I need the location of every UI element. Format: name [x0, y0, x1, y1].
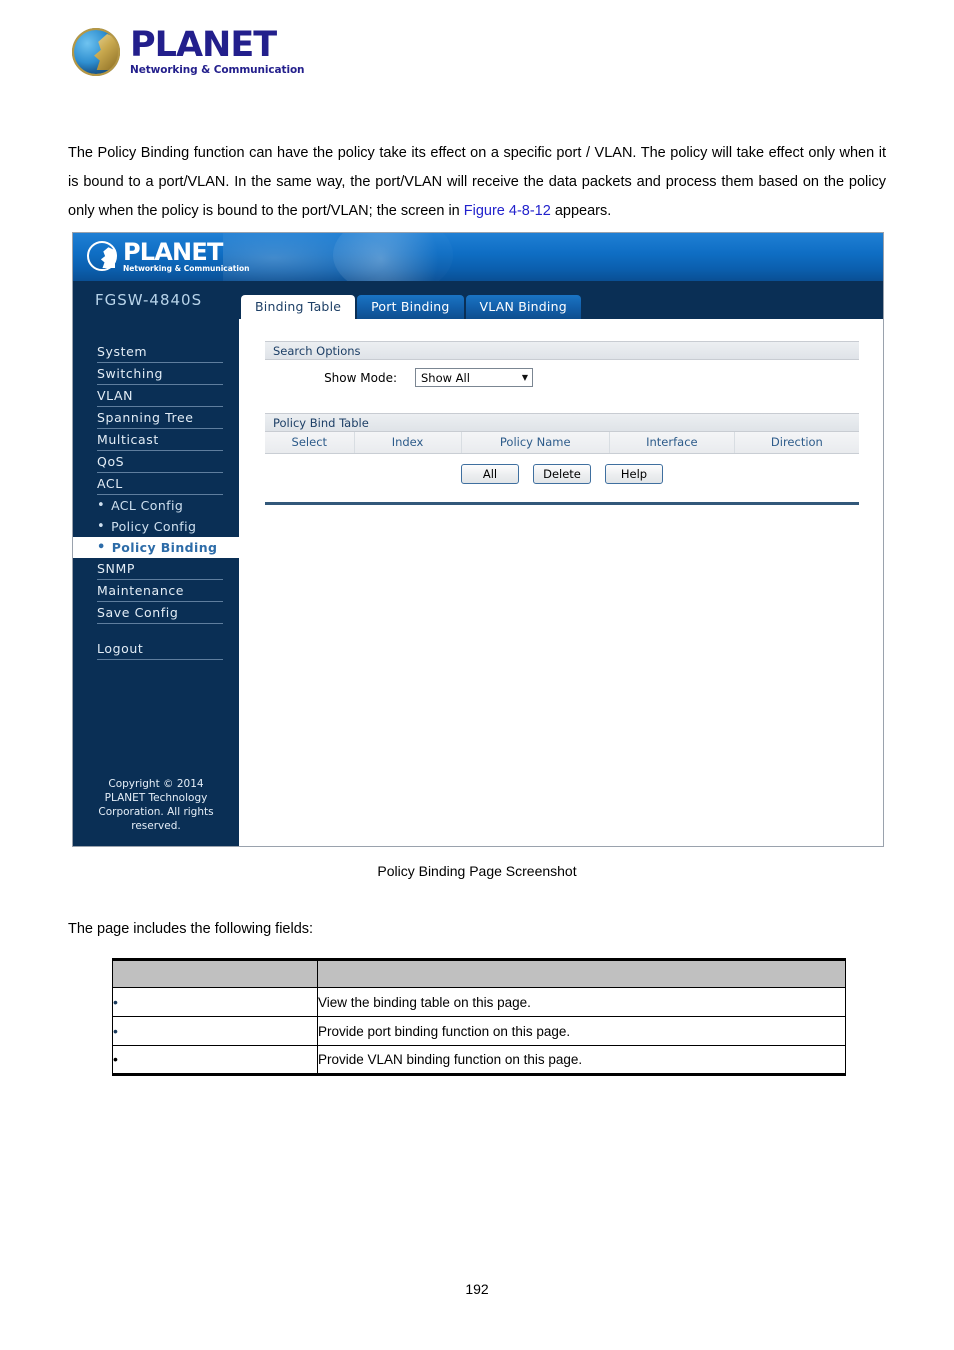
- sidebar-item-vlan[interactable]: VLAN: [97, 385, 223, 407]
- fields-lead-in: The page includes the following fields:: [68, 921, 314, 937]
- copyright-line-2: PLANET Technology: [104, 792, 208, 804]
- fields-object-cell: •: [112, 987, 318, 1017]
- all-button[interactable]: All: [461, 463, 519, 484]
- ui-brand-name: PLANET: [123, 238, 223, 266]
- policy-bind-table-header: Policy Bind Table: [265, 413, 859, 432]
- fields-description-cell: Provide port binding function on this pa…: [317, 1016, 846, 1046]
- bullet-icon: •: [113, 1051, 118, 1067]
- bullet-icon: •: [113, 1022, 118, 1039]
- fields-description-cell: View the binding table on this page.: [317, 987, 846, 1017]
- copyright-notice: Copyright © 2014 PLANET Technology Corpo…: [73, 777, 239, 833]
- header-globe-icon: [333, 233, 453, 281]
- bullet-icon: •: [97, 540, 106, 555]
- column-interface[interactable]: Interface: [609, 432, 735, 454]
- bullet-icon: •: [97, 519, 106, 534]
- ui-brand-tagline: Networking & Communication: [123, 264, 250, 273]
- chevron-down-icon: ▼: [521, 373, 528, 382]
- ui-header-banner: PLANET Networking & Communication: [73, 233, 883, 281]
- show-mode-label: Show Mode:: [324, 370, 397, 385]
- sidebar-item-qos[interactable]: QoS: [97, 451, 223, 473]
- figure-reference-link[interactable]: Figure 4-8-12: [464, 203, 551, 219]
- sidebar-item-label: ACL Config: [111, 498, 184, 513]
- tab-binding-table[interactable]: Binding Table: [241, 295, 356, 319]
- table-row: • Provide port binding function on this …: [112, 1016, 846, 1046]
- fields-header-row: [112, 959, 846, 988]
- ui-planet-logo: PLANET Networking & Communication: [87, 240, 249, 273]
- device-model-label: FGSW-4840S: [95, 291, 203, 309]
- fields-description-cell: Provide VLAN binding function on this pa…: [317, 1045, 846, 1075]
- sidebar-menu: System Switching VLAN Spanning Tree Mult…: [73, 341, 239, 660]
- figure-caption: Policy Binding Page Screenshot: [377, 863, 577, 879]
- ui-planet-globe-icon: [87, 241, 117, 272]
- fields-object-cell: •: [112, 1045, 318, 1075]
- document-page: PLANET Networking & Communication The Po…: [0, 0, 954, 1350]
- show-mode-row: Show Mode: Show All ▼: [265, 360, 859, 391]
- planet-logo: PLANET Networking & Communication: [72, 25, 305, 77]
- fields-header-description: [317, 959, 846, 988]
- tab-port-binding[interactable]: Port Binding: [357, 295, 464, 319]
- copyright-line-4: reserved.: [131, 820, 181, 832]
- table-header-row: Select Index Policy Name Interface Direc…: [265, 432, 859, 454]
- sidebar-item-policy-config[interactable]: • Policy Config: [97, 516, 223, 537]
- brand-tagline: Networking & Communication: [130, 64, 305, 77]
- copyright-line-1: Copyright © 2014: [108, 778, 204, 790]
- sidebar-item-switching[interactable]: Switching: [97, 363, 223, 385]
- sidebar-item-multicast[interactable]: Multicast: [97, 429, 223, 451]
- sidebar-item-system[interactable]: System: [97, 341, 223, 363]
- table-row: • Provide VLAN binding function on this …: [112, 1045, 846, 1075]
- fields-table: • View the binding table on this page. •…: [112, 958, 846, 1076]
- main-content: Binding Table Port Binding VLAN Binding …: [239, 281, 883, 846]
- sidebar-item-spanning-tree[interactable]: Spanning Tree: [97, 407, 223, 429]
- column-direction[interactable]: Direction: [734, 432, 859, 454]
- tab-panel-binding-table: Search Options Show Mode: Show All ▼ Pol…: [239, 319, 883, 505]
- search-options-header: Search Options: [265, 341, 859, 360]
- sidebar-item-acl-config[interactable]: • ACL Config: [97, 495, 223, 516]
- help-button[interactable]: Help: [605, 463, 663, 484]
- delete-button[interactable]: Delete: [533, 463, 591, 484]
- sidebar-item-logout[interactable]: Logout: [97, 638, 223, 660]
- sidebar-item-snmp[interactable]: SNMP: [97, 558, 223, 580]
- copyright-line-3: Corporation. All rights: [98, 806, 214, 818]
- brand-name: PLANET: [130, 25, 277, 66]
- bullet-icon: •: [113, 993, 118, 1010]
- sidebar-item-maintenance[interactable]: Maintenance: [97, 580, 223, 602]
- column-select[interactable]: Select: [265, 432, 355, 454]
- planet-globe-icon: [72, 28, 120, 76]
- column-index[interactable]: Index: [354, 432, 462, 454]
- tab-bar: Binding Table Port Binding VLAN Binding: [239, 281, 883, 319]
- sidebar-item-acl[interactable]: ACL: [97, 473, 223, 495]
- table-row: • View the binding table on this page.: [112, 987, 846, 1017]
- show-mode-value: Show All: [421, 370, 470, 385]
- sidebar: FGSW-4840S System Switching VLAN Spannin…: [73, 281, 239, 846]
- fields-object-cell: •: [112, 1016, 318, 1046]
- menu-spacer: [97, 624, 223, 638]
- sidebar-item-label: Policy Binding: [111, 540, 218, 555]
- paragraph-part2: appears.: [550, 202, 612, 219]
- action-button-row: All Delete Help: [265, 463, 859, 484]
- sidebar-item-policy-binding[interactable]: • Policy Binding: [73, 537, 239, 558]
- fields-header-object: [112, 959, 318, 988]
- bullet-icon: •: [97, 498, 106, 513]
- policy-bind-table: Select Index Policy Name Interface Direc…: [265, 432, 859, 454]
- section-divider: [265, 501, 859, 505]
- sidebar-item-save-config[interactable]: Save Config: [97, 602, 223, 624]
- page-number: 192: [465, 1281, 489, 1297]
- column-policy-name[interactable]: Policy Name: [461, 432, 610, 454]
- sidebar-item-label: Policy Config: [111, 519, 197, 534]
- intro-paragraph: The Policy Binding function can have the…: [68, 139, 886, 226]
- switch-ui-screenshot: PLANET Networking & Communication FGSW-4…: [72, 232, 884, 847]
- show-mode-select[interactable]: Show All ▼: [415, 368, 533, 387]
- tab-vlan-binding[interactable]: VLAN Binding: [465, 295, 581, 319]
- policy-bind-table-wrap: Policy Bind Table Select Index Policy Na…: [265, 413, 859, 454]
